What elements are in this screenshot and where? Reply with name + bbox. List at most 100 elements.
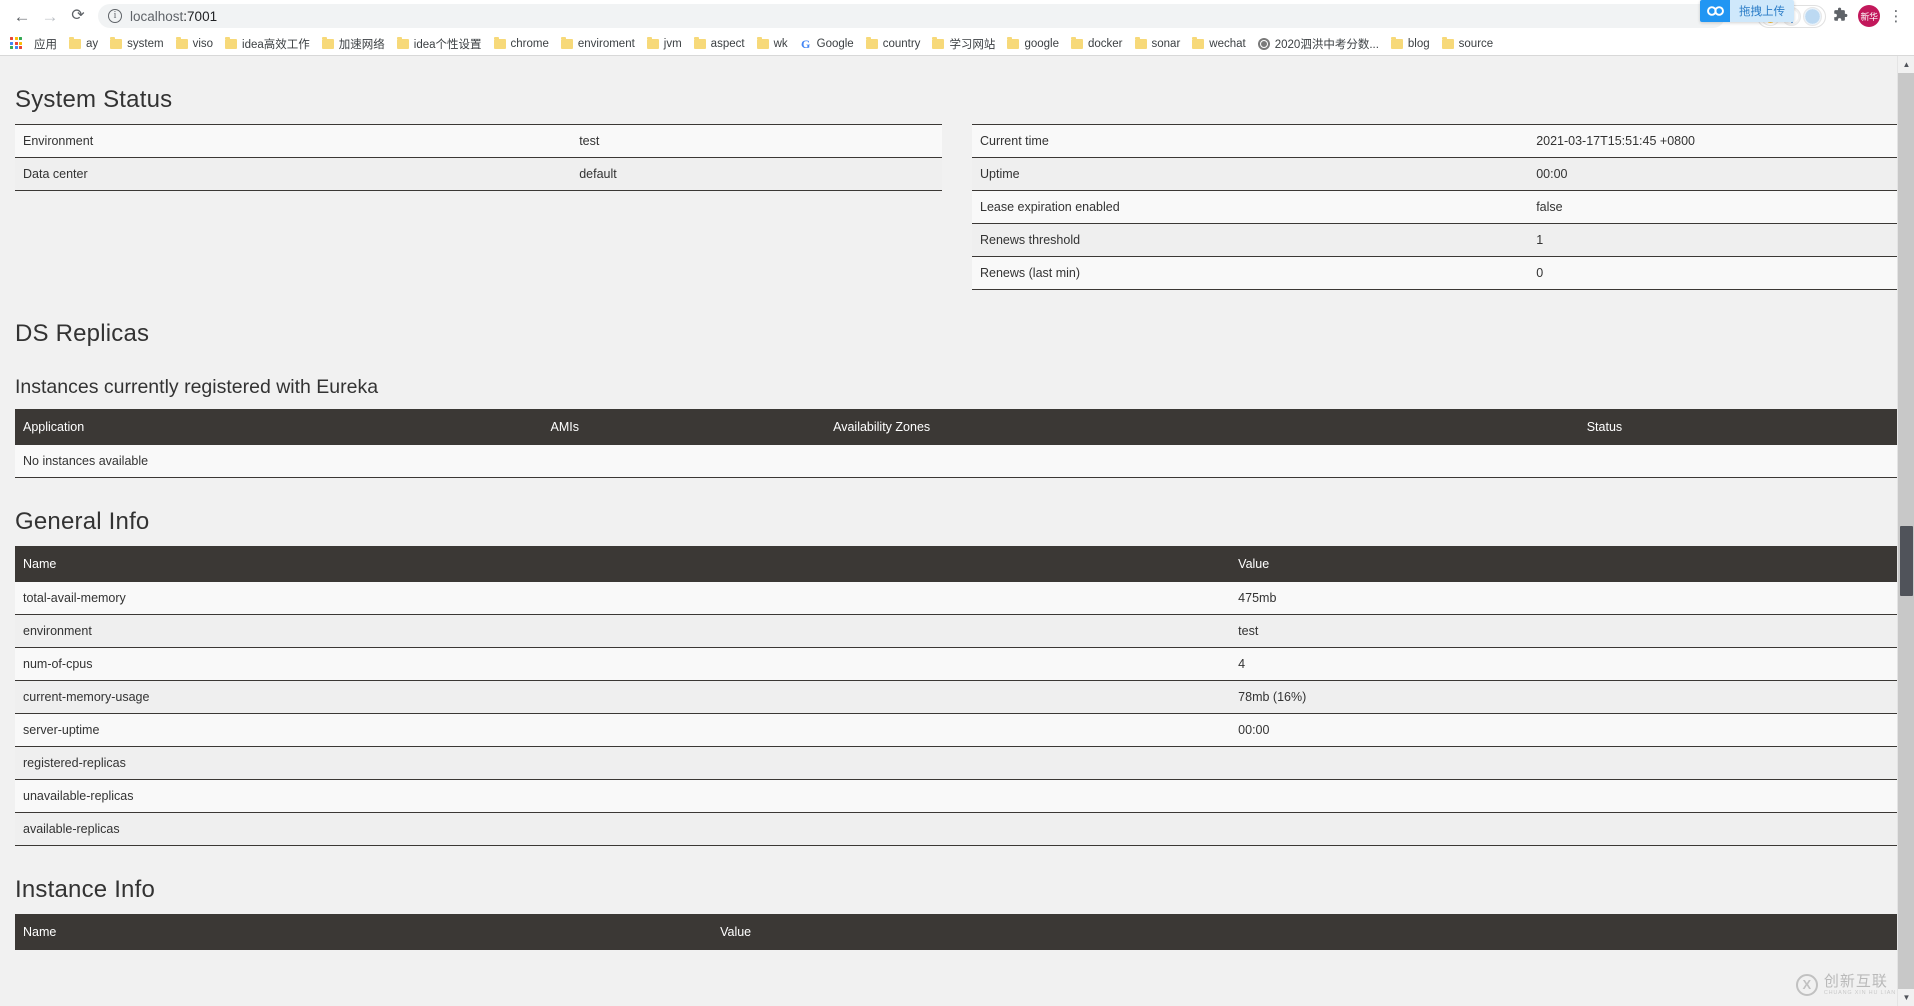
apps-grid-icon[interactable] bbox=[10, 37, 24, 51]
instance-info-table: NameValue bbox=[15, 914, 1899, 950]
bookmark-item[interactable]: 加速网络 bbox=[317, 34, 392, 54]
bookmark-item[interactable]: idea个性设置 bbox=[392, 34, 489, 54]
browser-toolbar: ← → ⟳ i localhost:7001 ☆ 新华 ⋮ 拖拽上传 bbox=[0, 0, 1914, 32]
folder-icon bbox=[225, 39, 237, 49]
browser-menu-icon[interactable]: ⋮ bbox=[1886, 7, 1906, 25]
folder-icon bbox=[866, 39, 878, 49]
bookmark-label: idea高效工作 bbox=[242, 36, 310, 52]
column-header: Availability Zones bbox=[825, 409, 1579, 445]
back-button[interactable]: ← bbox=[8, 2, 36, 30]
table-row: environmenttest bbox=[15, 615, 1899, 648]
cell-name: registered-replicas bbox=[15, 747, 1230, 780]
cell-name: server-uptime bbox=[15, 714, 1230, 747]
folder-icon bbox=[694, 39, 706, 49]
bookmark-label: source bbox=[1459, 38, 1494, 50]
table-row: Renews (last min)0 bbox=[972, 257, 1899, 290]
cell-value: 00:00 bbox=[1230, 714, 1899, 747]
page-title-system-status: System Status bbox=[15, 56, 1899, 124]
folder-icon bbox=[1192, 39, 1204, 49]
page-title-instances: Instances currently registered with Eure… bbox=[15, 358, 1899, 409]
folder-icon bbox=[1007, 39, 1019, 49]
folder-icon bbox=[932, 39, 944, 49]
puzzle-extensions-icon[interactable] bbox=[1828, 7, 1852, 26]
bookmark-item[interactable]: country bbox=[861, 36, 928, 52]
forward-button[interactable]: → bbox=[36, 2, 64, 30]
table-row: available-replicas bbox=[15, 813, 1899, 846]
bookmark-apps-label: 应用 bbox=[34, 36, 57, 52]
bookmark-item[interactable]: viso bbox=[171, 36, 220, 52]
bookmark-item[interactable]: ay bbox=[64, 36, 105, 52]
column-header: Name bbox=[15, 914, 712, 950]
bookmark-item[interactable]: jvm bbox=[642, 36, 689, 52]
bookmark-label: system bbox=[127, 38, 163, 50]
bookmark-apps[interactable]: 应用 bbox=[29, 34, 64, 54]
scrollbar-up-arrow-icon[interactable]: ▲ bbox=[1898, 56, 1914, 73]
bookmark-item[interactable]: G Google bbox=[795, 36, 861, 52]
folder-icon bbox=[647, 39, 659, 49]
instances-table: ApplicationAMIsAvailability ZonesStatus … bbox=[15, 409, 1899, 478]
bookmark-item[interactable]: idea高效工作 bbox=[220, 34, 317, 54]
page-scrollbar[interactable]: ▲ ▼ bbox=[1897, 56, 1914, 1006]
cell-value: 78mb (16%) bbox=[1230, 681, 1899, 714]
bookmark-label: country bbox=[883, 38, 921, 50]
bookmark-item[interactable]: blog bbox=[1386, 36, 1437, 52]
cell-value: false bbox=[1528, 191, 1899, 224]
page-title-instance-info: Instance Info bbox=[15, 846, 1899, 914]
bookmark-item[interactable]: wk bbox=[752, 36, 795, 52]
bookmark-item[interactable]: aspect bbox=[689, 36, 752, 52]
bookmark-item[interactable]: 2020泗洪中考分数... bbox=[1253, 34, 1386, 54]
bookmark-label: 2020泗洪中考分数... bbox=[1275, 36, 1379, 52]
bookmark-label: Google bbox=[817, 38, 854, 50]
cell-value bbox=[1230, 780, 1899, 813]
bookmark-item[interactable]: google bbox=[1002, 36, 1066, 52]
table-row: unavailable-replicas bbox=[15, 780, 1899, 813]
general-info-table: NameValue total-avail-memory475mbenviron… bbox=[15, 546, 1899, 846]
address-bar[interactable]: i localhost:7001 bbox=[98, 4, 1725, 28]
bookmark-label: jvm bbox=[664, 38, 682, 50]
scrollbar-down-arrow-icon[interactable]: ▼ bbox=[1898, 989, 1914, 1006]
site-info-icon[interactable]: i bbox=[108, 9, 122, 23]
cell-value: 1 bbox=[1528, 224, 1899, 257]
cell-value: default bbox=[571, 158, 942, 191]
bookmark-item[interactable]: chrome bbox=[489, 36, 556, 52]
bookmark-label: 学习网站 bbox=[949, 36, 995, 52]
page-content: System Status EnvironmenttestData center… bbox=[0, 56, 1914, 950]
bookmark-label: google bbox=[1024, 38, 1059, 50]
bookmark-label: enviroment bbox=[578, 38, 635, 50]
scrollbar-thumb[interactable] bbox=[1900, 526, 1913, 596]
bookmark-label: chrome bbox=[511, 38, 549, 50]
bookmark-item[interactable]: wechat bbox=[1187, 36, 1252, 52]
watermark-pinyin: CHUANG XIN HU LIAN bbox=[1824, 991, 1896, 997]
folder-icon bbox=[1391, 39, 1403, 49]
profile-avatar[interactable]: 新华 bbox=[1858, 5, 1880, 27]
reload-button[interactable]: ⟳ bbox=[64, 2, 92, 30]
bookmark-item[interactable]: 学习网站 bbox=[927, 34, 1002, 54]
cell-value: 2021-03-17T15:51:45 +0800 bbox=[1528, 125, 1899, 158]
folder-icon bbox=[1071, 39, 1083, 49]
browser-chrome: ← → ⟳ i localhost:7001 ☆ 新华 ⋮ 拖拽上传 bbox=[0, 0, 1914, 56]
watermark: X 创新互联 CHUANG XIN HU LIAN bbox=[1796, 974, 1896, 997]
bookmark-item[interactable]: docker bbox=[1066, 36, 1130, 52]
table-row: Data centerdefault bbox=[15, 158, 942, 191]
bookmark-label: 加速网络 bbox=[339, 36, 385, 52]
cell-name: Renews threshold bbox=[972, 224, 1528, 257]
bookmark-item[interactable]: system bbox=[105, 36, 170, 52]
column-header: Status bbox=[1579, 409, 1899, 445]
cell-value bbox=[1230, 813, 1899, 846]
bookmark-item[interactable]: sonar bbox=[1130, 36, 1188, 52]
system-status-left-col: EnvironmenttestData centerdefault bbox=[15, 124, 942, 191]
folder-icon bbox=[69, 39, 81, 49]
folder-icon bbox=[494, 39, 506, 49]
cell-name: Uptime bbox=[972, 158, 1528, 191]
column-header: AMIs bbox=[543, 409, 826, 445]
cell-name: current-memory-usage bbox=[15, 681, 1230, 714]
bookmark-item[interactable]: enviroment bbox=[556, 36, 642, 52]
table-row: Uptime00:00 bbox=[972, 158, 1899, 191]
google-icon: G bbox=[800, 38, 812, 50]
watermark-cn: 创新互联 bbox=[1824, 974, 1896, 989]
baidu-upload-tooltip[interactable]: 拖拽上传 bbox=[1700, 0, 1794, 22]
folder-icon bbox=[561, 39, 573, 49]
bookmark-item[interactable]: source bbox=[1437, 36, 1501, 52]
instances-table-header-row: ApplicationAMIsAvailability ZonesStatus bbox=[15, 409, 1899, 445]
extension-icon-3[interactable] bbox=[1803, 7, 1822, 26]
